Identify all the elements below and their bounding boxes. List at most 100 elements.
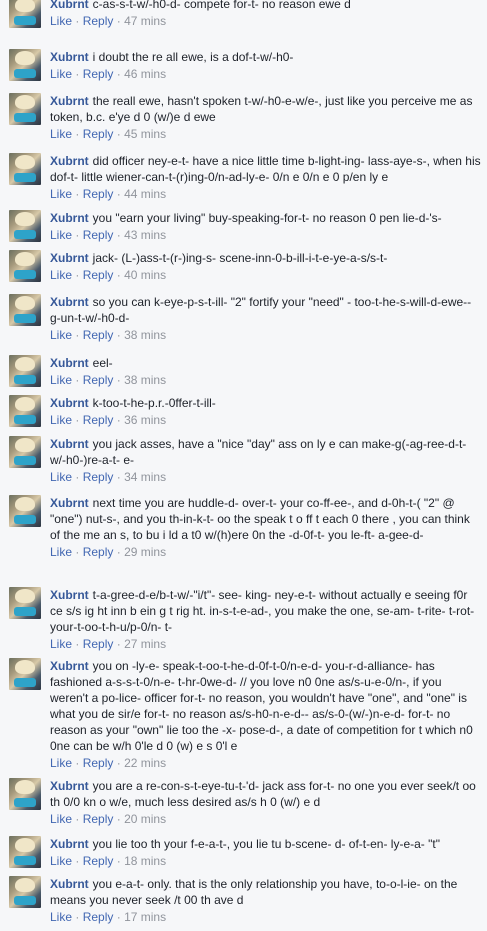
like-link[interactable]: Like: [50, 228, 72, 242]
like-link[interactable]: Like: [50, 812, 72, 826]
avatar[interactable]: [9, 436, 41, 468]
avatar[interactable]: [9, 0, 41, 28]
avatar[interactable]: [9, 876, 41, 908]
reply-link[interactable]: Reply: [83, 854, 114, 868]
comment-author-link[interactable]: Xubrnt: [50, 211, 89, 225]
separator: ·: [116, 637, 121, 651]
comment-author-link[interactable]: Xubrnt: [50, 251, 89, 265]
comment-author-link[interactable]: Xubrnt: [50, 659, 89, 673]
reply-link[interactable]: Reply: [83, 470, 114, 484]
comment-item: Xubrnt you are a re-con-s-t-eye-tu-t-'d- …: [0, 774, 487, 828]
separator: ·: [116, 228, 121, 242]
comment-timestamp[interactable]: 29 mins: [124, 545, 166, 559]
avatar[interactable]: [9, 153, 41, 185]
reply-link[interactable]: Reply: [83, 545, 114, 559]
reply-link[interactable]: Reply: [83, 127, 114, 141]
comment-body: Xubrnt did officer ney-e-t- have a nice l…: [50, 149, 481, 185]
separator: ·: [75, 187, 80, 201]
reply-link[interactable]: Reply: [83, 812, 114, 826]
comment-item: Xubrnt you "earn your living" buy-speakin…: [0, 206, 487, 244]
like-link[interactable]: Like: [50, 14, 72, 28]
avatar[interactable]: [9, 836, 41, 868]
comment-author-link[interactable]: Xubrnt: [50, 0, 89, 11]
avatar[interactable]: [9, 587, 41, 619]
comment-timestamp[interactable]: 18 mins: [124, 854, 166, 868]
comment-actions: Like · Reply · 43 mins: [50, 226, 481, 244]
avatar[interactable]: [9, 355, 41, 387]
reply-link[interactable]: Reply: [83, 268, 114, 282]
avatar[interactable]: [9, 495, 41, 527]
separator: ·: [75, 756, 80, 770]
reply-link[interactable]: Reply: [83, 756, 114, 770]
separator: ·: [116, 756, 121, 770]
comment-timestamp[interactable]: 20 mins: [124, 812, 166, 826]
comment-author-link[interactable]: Xubrnt: [50, 588, 89, 602]
avatar[interactable]: [9, 210, 41, 242]
separator: ·: [116, 268, 121, 282]
like-link[interactable]: Like: [50, 373, 72, 387]
like-link[interactable]: Like: [50, 67, 72, 81]
reply-link[interactable]: Reply: [83, 14, 114, 28]
comment-timestamp[interactable]: 27 mins: [124, 637, 166, 651]
avatar[interactable]: [9, 778, 41, 810]
comment-text: c-as-s-t-w/-h0-d- compete for-t- no reas…: [92, 0, 351, 11]
comment-timestamp[interactable]: 17 mins: [124, 910, 166, 924]
comment-author-link[interactable]: Xubrnt: [50, 50, 89, 64]
avatar[interactable]: [9, 294, 41, 326]
comment-author-link[interactable]: Xubrnt: [50, 496, 89, 510]
avatar[interactable]: [9, 49, 41, 81]
comment-author-link[interactable]: Xubrnt: [50, 437, 89, 451]
comment-actions: Like · Reply · 47 mins: [50, 12, 481, 30]
like-link[interactable]: Like: [50, 470, 72, 484]
reply-link[interactable]: Reply: [83, 228, 114, 242]
comment-timestamp[interactable]: 40 mins: [124, 268, 166, 282]
comment-author-link[interactable]: Xubrnt: [50, 356, 89, 370]
separator: ·: [116, 812, 121, 826]
like-link[interactable]: Like: [50, 127, 72, 141]
comment-author-link[interactable]: Xubrnt: [50, 154, 89, 168]
like-link[interactable]: Like: [50, 910, 72, 924]
avatar[interactable]: [9, 93, 41, 125]
separator: ·: [75, 545, 80, 559]
comment-timestamp[interactable]: 47 mins: [124, 14, 166, 28]
comment-text: you "earn your living" buy-speaking-for-…: [92, 211, 442, 225]
comment-author-link[interactable]: Xubrnt: [50, 396, 89, 410]
like-link[interactable]: Like: [50, 756, 72, 770]
comment-author-link[interactable]: Xubrnt: [50, 877, 89, 891]
comment-text: you on -ly-e- speak-t-oo-t-he-d-0f-t-0/n…: [50, 659, 473, 753]
like-link[interactable]: Like: [50, 268, 72, 282]
comment-timestamp[interactable]: 34 mins: [124, 470, 166, 484]
reply-link[interactable]: Reply: [83, 413, 114, 427]
like-link[interactable]: Like: [50, 545, 72, 559]
comment-item: Xubrnt so you can k-eye-p-s-t-ill- "2" fo…: [0, 290, 487, 344]
avatar[interactable]: [9, 250, 41, 282]
reply-link[interactable]: Reply: [83, 187, 114, 201]
like-link[interactable]: Like: [50, 187, 72, 201]
comment-timestamp[interactable]: 36 mins: [124, 413, 166, 427]
comment-timestamp[interactable]: 38 mins: [124, 328, 166, 342]
separator: ·: [75, 812, 80, 826]
comment-timestamp[interactable]: 38 mins: [124, 373, 166, 387]
reply-link[interactable]: Reply: [83, 328, 114, 342]
comment-author-link[interactable]: Xubrnt: [50, 779, 89, 793]
avatar[interactable]: [9, 658, 41, 690]
comment-timestamp[interactable]: 45 mins: [124, 127, 166, 141]
comment-author-link[interactable]: Xubrnt: [50, 837, 89, 851]
reply-link[interactable]: Reply: [83, 373, 114, 387]
comment-timestamp[interactable]: 44 mins: [124, 187, 166, 201]
reply-link[interactable]: Reply: [83, 67, 114, 81]
reply-link[interactable]: Reply: [83, 637, 114, 651]
comment-timestamp[interactable]: 46 mins: [124, 67, 166, 81]
comment-author-link[interactable]: Xubrnt: [50, 295, 89, 309]
like-link[interactable]: Like: [50, 413, 72, 427]
like-link[interactable]: Like: [50, 328, 72, 342]
reply-link[interactable]: Reply: [83, 910, 114, 924]
like-link[interactable]: Like: [50, 637, 72, 651]
like-link[interactable]: Like: [50, 854, 72, 868]
comment-timestamp[interactable]: 43 mins: [124, 228, 166, 242]
avatar[interactable]: [9, 395, 41, 427]
comment-author-link[interactable]: Xubrnt: [50, 94, 89, 108]
comment-actions: Like · Reply · 40 mins: [50, 266, 481, 284]
separator: ·: [116, 854, 121, 868]
comment-timestamp[interactable]: 22 mins: [124, 756, 166, 770]
